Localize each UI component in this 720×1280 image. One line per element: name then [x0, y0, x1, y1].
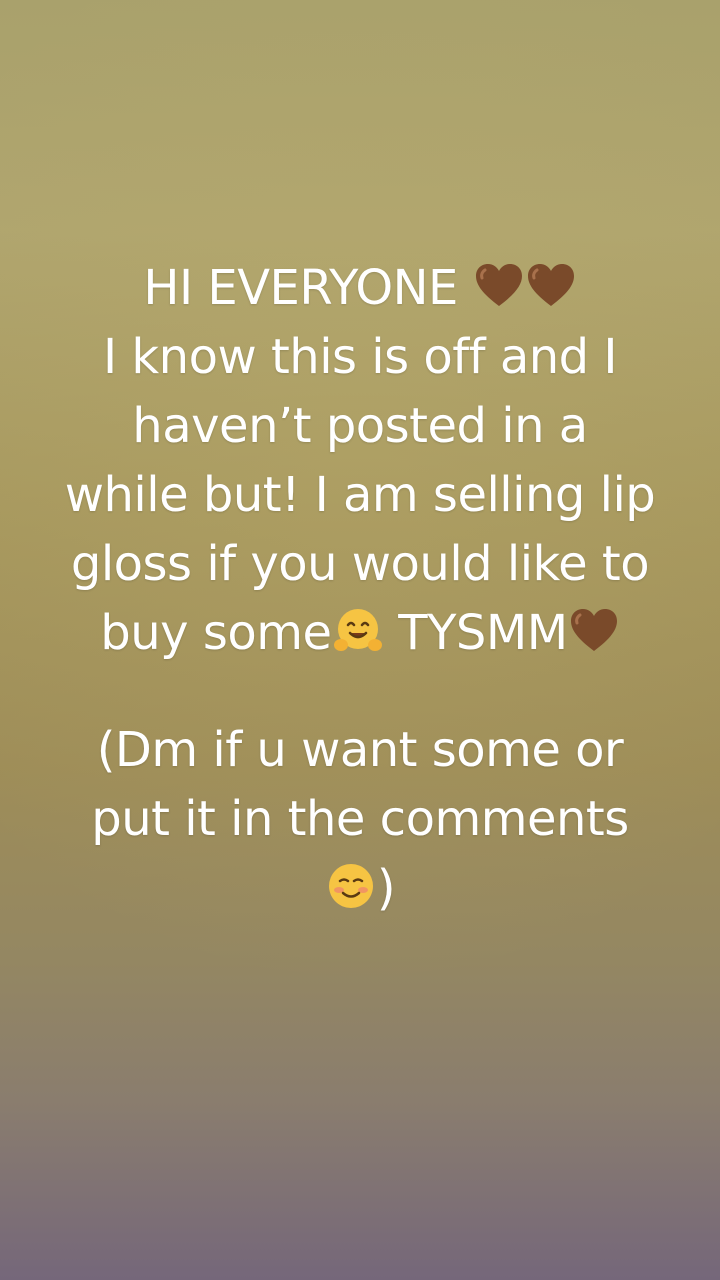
caption-text: TYSMM: [383, 605, 568, 661]
caption-line: buy some TYSMM: [40, 599, 680, 668]
caption-line: haven’t posted in a: [132, 398, 588, 454]
caption-line: ): [40, 854, 680, 923]
caption-block-secondary: (Dm if u want some or put it in the comm…: [40, 716, 680, 923]
caption-text: ): [376, 860, 396, 916]
hugging-face-icon: [332, 605, 384, 657]
caption-line: gloss if you would like to: [70, 536, 650, 592]
caption-line: while but! I am selling lip: [64, 467, 656, 523]
smiling-face-icon: [325, 860, 377, 912]
caption-line: (Dm if u want some or: [96, 722, 624, 778]
caption-block-main: HI EVERYONE I know this is off and I hav…: [40, 254, 680, 668]
caption-line: I know this is off and I: [102, 329, 618, 385]
brown-heart-icon: [525, 260, 577, 312]
greeting-text: HI EVERYONE: [143, 260, 473, 316]
brown-heart-icon: [568, 605, 620, 657]
brown-heart-icon: [473, 260, 525, 312]
caption-line: HI EVERYONE: [40, 254, 680, 323]
caption-line: put it in the comments: [91, 791, 629, 847]
caption-text: buy some: [100, 605, 332, 661]
